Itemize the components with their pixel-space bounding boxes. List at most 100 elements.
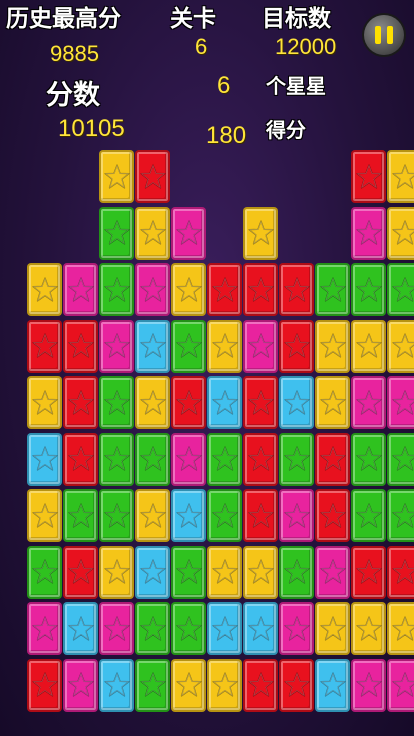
star-tile-red[interactable] xyxy=(279,319,314,373)
star-tile-green[interactable] xyxy=(63,489,98,542)
star-tile-pink[interactable] xyxy=(171,432,206,486)
star-tile-green[interactable] xyxy=(135,432,170,486)
star-tile-green[interactable] xyxy=(351,489,386,542)
star-tile-blue[interactable] xyxy=(243,602,278,655)
star-tile-green[interactable] xyxy=(207,432,242,486)
star-tile-red[interactable] xyxy=(63,545,98,599)
star-tile-green[interactable] xyxy=(99,263,134,316)
star-tile-green[interactable] xyxy=(207,489,242,542)
star-tile-green[interactable] xyxy=(135,602,170,655)
star-tile-blue[interactable] xyxy=(171,489,206,542)
star-tile-yellow[interactable] xyxy=(351,602,386,655)
star-tile-pink[interactable] xyxy=(243,319,278,373)
star-tile-yellow[interactable] xyxy=(27,376,62,429)
star-tile-blue[interactable] xyxy=(99,658,134,712)
star-tile-green[interactable] xyxy=(171,602,206,655)
star-tile-blue[interactable] xyxy=(207,602,242,655)
star-tile-red[interactable] xyxy=(279,263,314,316)
star-tile-green[interactable] xyxy=(171,545,206,599)
star-tile-red[interactable] xyxy=(243,263,278,316)
star-tile-yellow[interactable] xyxy=(171,658,206,712)
star-tile-yellow[interactable] xyxy=(135,376,170,429)
star-tile-pink[interactable] xyxy=(279,489,314,542)
star-tile-pink[interactable] xyxy=(351,376,386,429)
star-tile-yellow[interactable] xyxy=(99,150,134,203)
star-tile-yellow[interactable] xyxy=(387,206,414,260)
star-tile-red[interactable] xyxy=(27,658,62,712)
star-tile-pink[interactable] xyxy=(63,263,98,316)
star-icon xyxy=(139,446,166,471)
star-tile-pink[interactable] xyxy=(351,658,386,712)
star-tile-pink[interactable] xyxy=(63,658,98,712)
star-tile-green[interactable] xyxy=(99,432,134,486)
star-tile-green[interactable] xyxy=(279,545,314,599)
star-tile-green[interactable] xyxy=(99,376,134,429)
star-tile-blue[interactable] xyxy=(207,376,242,429)
star-tile-yellow[interactable] xyxy=(315,376,350,429)
star-tile-yellow[interactable] xyxy=(135,206,170,260)
star-tile-yellow[interactable] xyxy=(27,263,62,316)
star-tile-yellow[interactable] xyxy=(207,545,242,599)
star-tile-red[interactable] xyxy=(279,658,314,712)
star-tile-pink[interactable] xyxy=(387,376,414,429)
star-tile-red[interactable] xyxy=(243,658,278,712)
star-tile-blue[interactable] xyxy=(315,658,350,712)
star-tile-yellow[interactable] xyxy=(243,545,278,599)
star-tile-red[interactable] xyxy=(243,376,278,429)
star-tile-pink[interactable] xyxy=(135,263,170,316)
star-tile-red[interactable] xyxy=(63,432,98,486)
star-tile-green[interactable] xyxy=(387,489,414,542)
star-tile-pink[interactable] xyxy=(351,206,386,260)
star-tile-yellow[interactable] xyxy=(315,319,350,373)
star-tile-green[interactable] xyxy=(387,263,414,316)
star-tile-green[interactable] xyxy=(387,432,414,486)
star-tile-pink[interactable] xyxy=(171,206,206,260)
star-tile-blue[interactable] xyxy=(279,376,314,429)
star-tile-pink[interactable] xyxy=(279,602,314,655)
star-tile-red[interactable] xyxy=(171,376,206,429)
star-tile-blue[interactable] xyxy=(135,319,170,373)
star-icon xyxy=(391,559,414,584)
star-tile-yellow[interactable] xyxy=(351,319,386,373)
star-tile-yellow[interactable] xyxy=(243,206,278,260)
star-tile-green[interactable] xyxy=(135,658,170,712)
star-tile-red[interactable] xyxy=(27,319,62,373)
star-tile-red[interactable] xyxy=(135,150,170,203)
star-tile-pink[interactable] xyxy=(99,602,134,655)
star-tile-yellow[interactable] xyxy=(99,545,134,599)
star-tile-green[interactable] xyxy=(99,206,134,260)
star-tile-yellow[interactable] xyxy=(171,263,206,316)
star-tile-red[interactable] xyxy=(315,489,350,542)
star-tile-red[interactable] xyxy=(243,432,278,486)
star-tile-red[interactable] xyxy=(243,489,278,542)
star-tile-blue[interactable] xyxy=(135,545,170,599)
star-tile-pink[interactable] xyxy=(99,319,134,373)
star-tile-green[interactable] xyxy=(27,545,62,599)
star-tile-yellow[interactable] xyxy=(387,602,414,655)
star-tile-red[interactable] xyxy=(387,545,414,599)
star-tile-yellow[interactable] xyxy=(207,319,242,373)
star-tile-green[interactable] xyxy=(315,263,350,316)
star-tile-red[interactable] xyxy=(207,263,242,316)
star-tile-blue[interactable] xyxy=(27,432,62,486)
star-tile-red[interactable] xyxy=(315,432,350,486)
star-tile-yellow[interactable] xyxy=(387,319,414,373)
star-tile-yellow[interactable] xyxy=(387,150,414,203)
star-tile-green[interactable] xyxy=(171,319,206,373)
star-tile-pink[interactable] xyxy=(27,602,62,655)
star-tile-pink[interactable] xyxy=(315,545,350,599)
star-tile-red[interactable] xyxy=(63,376,98,429)
star-tile-yellow[interactable] xyxy=(135,489,170,542)
star-tile-green[interactable] xyxy=(351,432,386,486)
star-tile-yellow[interactable] xyxy=(27,489,62,542)
star-tile-pink[interactable] xyxy=(387,658,414,712)
star-tile-yellow[interactable] xyxy=(315,602,350,655)
star-tile-yellow[interactable] xyxy=(207,658,242,712)
star-tile-red[interactable] xyxy=(351,150,386,203)
star-tile-red[interactable] xyxy=(351,545,386,599)
star-tile-green[interactable] xyxy=(279,432,314,486)
star-tile-green[interactable] xyxy=(351,263,386,316)
star-tile-blue[interactable] xyxy=(63,602,98,655)
star-tile-green[interactable] xyxy=(99,489,134,542)
star-tile-red[interactable] xyxy=(63,319,98,373)
